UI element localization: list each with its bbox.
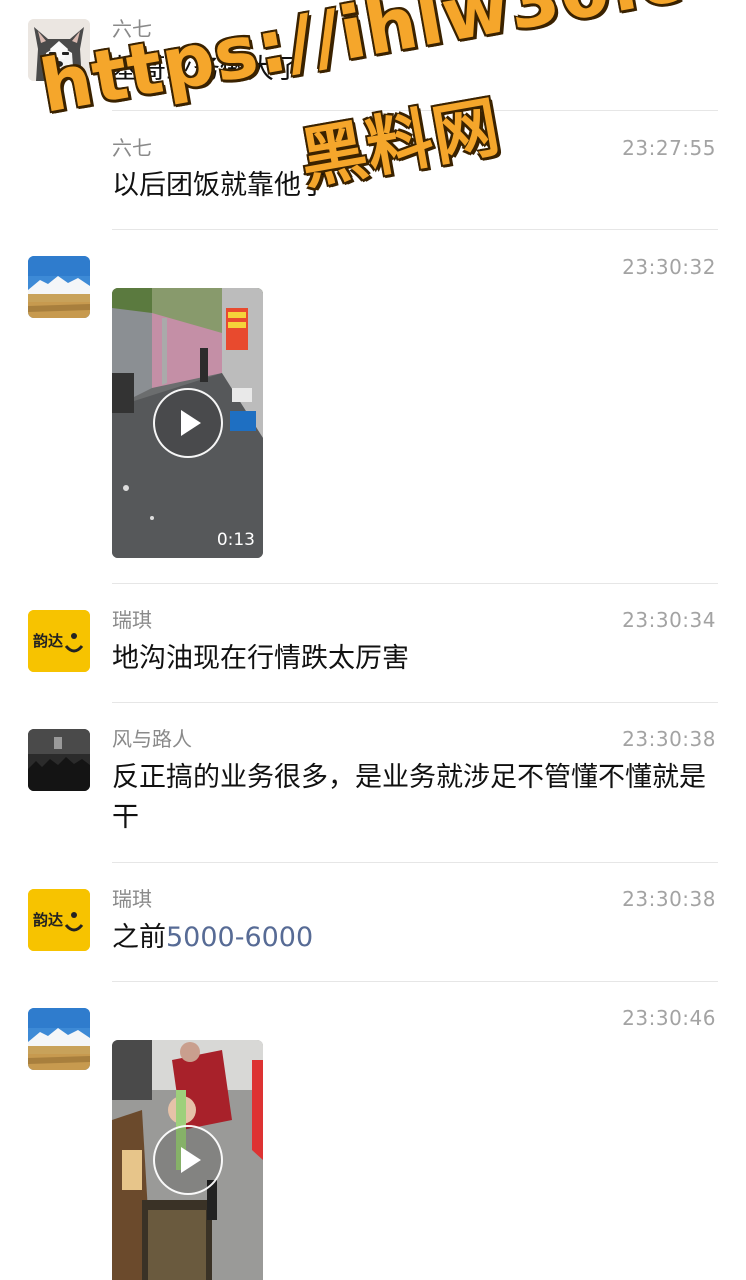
divider bbox=[112, 981, 718, 982]
divider bbox=[112, 583, 718, 584]
sender-name: 瑞琪 bbox=[112, 887, 152, 911]
sender-name: 六七 bbox=[112, 136, 152, 160]
timestamp: 23:27:55 bbox=[622, 136, 716, 160]
divider bbox=[112, 702, 718, 703]
avatar[interactable] bbox=[28, 729, 90, 791]
video-thumbnail[interactable] bbox=[112, 1040, 263, 1280]
message-text-prefix: 之前 bbox=[112, 922, 166, 953]
landscape-icon bbox=[28, 1008, 90, 1070]
timestamp: 23:30:46 bbox=[622, 1006, 716, 1030]
message-text: 地沟油现在行情跌太厉害 bbox=[112, 643, 409, 674]
avatar[interactable]: 韵达 bbox=[28, 610, 90, 672]
play-icon[interactable] bbox=[152, 1125, 223, 1195]
avatar[interactable] bbox=[28, 256, 90, 318]
avatar[interactable]: 韵达 bbox=[28, 889, 90, 951]
message-text: 反正搞的业务很多，是业务就涉足不管懂不懂就是干 bbox=[112, 762, 706, 833]
divider bbox=[112, 862, 718, 863]
video-thumbnail[interactable]: 0:13 bbox=[112, 288, 263, 558]
timestamp: 23:30:32 bbox=[622, 255, 716, 279]
sender-name: 瑞琪 bbox=[112, 608, 152, 632]
timestamp: 23:30:34 bbox=[622, 608, 716, 632]
timestamp: 23:30:38 bbox=[622, 727, 716, 751]
divider bbox=[112, 229, 718, 230]
yunda-logo-text: 韵达 bbox=[33, 632, 64, 650]
play-icon[interactable] bbox=[152, 388, 223, 458]
yunda-logo-text: 韵达 bbox=[33, 911, 64, 929]
video-duration: 0:13 bbox=[216, 530, 255, 550]
dark-crowd-icon bbox=[28, 729, 90, 791]
timestamp: 23:30:38 bbox=[622, 887, 716, 911]
message-text: 之前5000-6000 bbox=[112, 918, 717, 958]
sender-name: 风与路人 bbox=[112, 727, 192, 751]
avatar[interactable] bbox=[28, 1008, 90, 1070]
landscape-icon bbox=[28, 256, 90, 318]
number-link[interactable]: 5000-6000 bbox=[166, 922, 313, 953]
